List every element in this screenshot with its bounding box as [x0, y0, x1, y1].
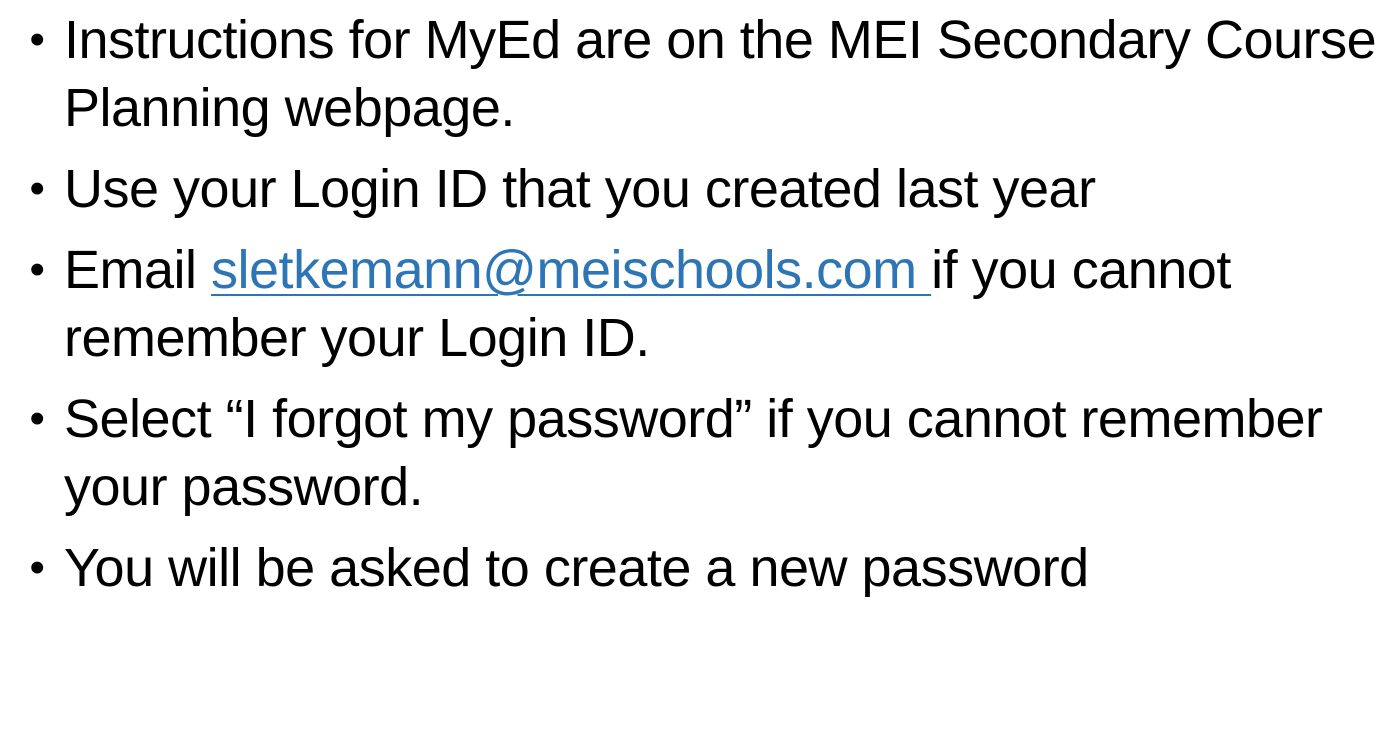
bullet-item-login-id: • Use your Login ID that you created las… — [22, 155, 1392, 223]
bullet-text: You will be asked to create a new passwo… — [64, 538, 1089, 598]
bullet-text: Instructions for MyEd are on the MEI Sec… — [64, 10, 1377, 138]
bullet-list: • Instructions for MyEd are on the MEI S… — [22, 6, 1392, 615]
bullet-item-email: • Email sletkemann@meischools.com if you… — [22, 236, 1392, 372]
email-link[interactable]: sletkemann@meischools.com — [211, 240, 931, 300]
bullet-item-instructions: • Instructions for MyEd are on the MEI S… — [22, 6, 1392, 142]
bullet-text-prefix: Email — [64, 240, 212, 300]
bullet-dot-icon: • — [29, 543, 45, 592]
bullet-dot-icon: • — [29, 164, 45, 213]
bullet-text: Use your Login ID that you created last … — [64, 159, 1096, 219]
bullet-item-forgot-password: • Select “I forgot my password” if you c… — [22, 385, 1392, 521]
bullet-dot-icon: • — [29, 245, 45, 294]
bullet-dot-icon: • — [29, 394, 45, 443]
bullet-text: Select “I forgot my password” if you can… — [64, 389, 1323, 517]
slide: • Instructions for MyEd are on the MEI S… — [0, 0, 1400, 743]
bullet-dot-icon: • — [29, 15, 45, 64]
bullet-item-new-password: • You will be asked to create a new pass… — [22, 534, 1392, 602]
